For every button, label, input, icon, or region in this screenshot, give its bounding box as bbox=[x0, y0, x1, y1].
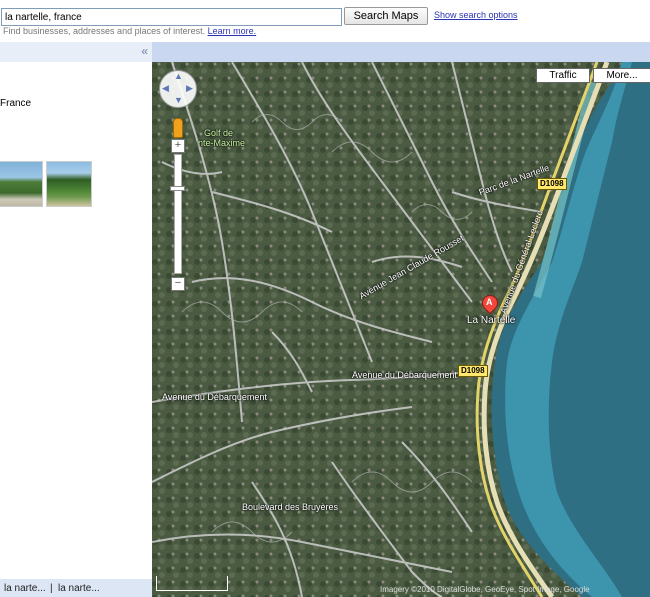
street-label-debarquement-2: Avenue du Débarquement bbox=[352, 370, 457, 380]
search-hint-text: Find businesses, addresses and places of… bbox=[3, 26, 208, 36]
pan-left-icon[interactable]: ◀ bbox=[162, 83, 169, 94]
marker-letter: A bbox=[486, 297, 493, 307]
zoom-out-icon[interactable]: − bbox=[171, 277, 185, 291]
map-copyright: Imagery ©2010 DigitalGlobe, GeoEye, Spot… bbox=[380, 585, 590, 594]
zoom-slider[interactable] bbox=[174, 154, 182, 274]
place-photo-1[interactable] bbox=[0, 161, 43, 207]
collapse-panel-icon[interactable]: « bbox=[141, 44, 148, 58]
golf-label-line-1: Golf de bbox=[204, 128, 234, 138]
marker-label[interactable]: La Nartelle bbox=[467, 315, 515, 326]
learn-more-link[interactable]: Learn more. bbox=[208, 26, 257, 36]
golf-label-line-2: nte-Maxime bbox=[198, 138, 246, 148]
place-photo-2[interactable] bbox=[46, 161, 92, 207]
search-hint: Find businesses, addresses and places of… bbox=[3, 26, 256, 36]
footer-link-1[interactable]: la narte... bbox=[4, 583, 46, 594]
zoom-slider-handle[interactable] bbox=[170, 186, 185, 191]
search-input[interactable] bbox=[1, 8, 342, 26]
search-maps-button[interactable]: Search Maps bbox=[344, 7, 428, 25]
search-bar: Search Maps Show search options Find bus… bbox=[0, 0, 650, 42]
results-panel: France bbox=[0, 62, 152, 579]
pan-down-icon[interactable]: ▼ bbox=[174, 95, 183, 105]
map-view[interactable]: Traffic More... ▲ ▼ ◀ ▶ + − Golf de nte-… bbox=[152, 62, 650, 597]
street-label-bruyeres: Boulevard des Bruyères bbox=[242, 502, 339, 512]
footer-link-2[interactable]: la narte... bbox=[58, 583, 100, 594]
zoom-in-icon[interactable]: + bbox=[171, 139, 185, 153]
panel-header: « bbox=[0, 42, 152, 62]
map-top-strip bbox=[152, 42, 650, 62]
road-badge-d1098-north: D1098 bbox=[537, 178, 567, 190]
pan-up-icon[interactable]: ▲ bbox=[174, 71, 183, 81]
pan-control-icon[interactable]: ▲ ▼ ◀ ▶ bbox=[159, 70, 197, 108]
traffic-button[interactable]: Traffic bbox=[536, 68, 590, 83]
place-address-fragment: France bbox=[0, 98, 32, 109]
more-button[interactable]: More... bbox=[593, 68, 650, 83]
road-badge-d1098-south: D1098 bbox=[458, 365, 488, 377]
panel-footer: la narte... | la narte... bbox=[0, 579, 152, 597]
show-search-options-link[interactable]: Show search options bbox=[434, 10, 518, 20]
map-scale bbox=[156, 576, 228, 591]
footer-separator: | bbox=[50, 583, 53, 594]
pan-right-icon[interactable]: ▶ bbox=[186, 83, 193, 94]
street-label-debarquement-1: Avenue du Débarquement bbox=[162, 392, 267, 402]
pegman-icon[interactable] bbox=[173, 118, 183, 138]
